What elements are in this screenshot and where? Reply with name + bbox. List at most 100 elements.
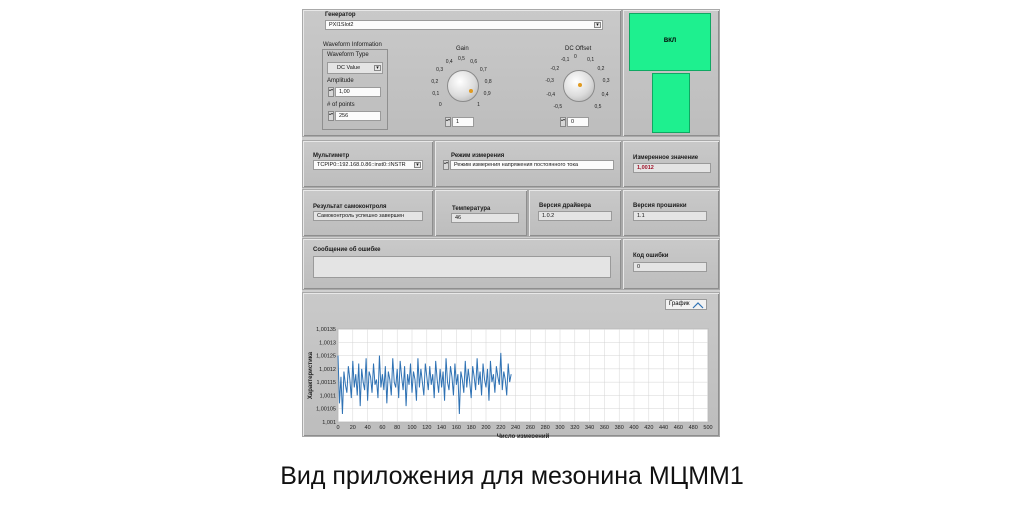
x-tick-label: 340 (585, 425, 594, 431)
waveform-info-title: Waveform Information (323, 42, 382, 48)
gain-stepper[interactable]: ▴▾ (445, 117, 451, 127)
generator-title: Генератор (325, 12, 356, 18)
measure-mode-panel: Режим измерения ▴▾ Режим измерения напря… (434, 140, 622, 188)
x-tick-label: 500 (703, 425, 712, 431)
driver-panel: Версия драйвера 1.0.2 (528, 189, 622, 237)
x-tick-label: 40 (365, 425, 371, 431)
knob-tick-label: -0,2 (550, 65, 560, 72)
x-tick-label: 360 (600, 425, 609, 431)
measured-label: Измеренное значение (633, 155, 699, 161)
x-tick-label: 420 (644, 425, 653, 431)
y-tick-label: 1,0011 (320, 393, 336, 399)
x-axis-label: Число измерений (497, 433, 550, 438)
chevron-down-icon[interactable]: ▾ (594, 22, 601, 28)
knob-tick-label: 1 (477, 102, 480, 109)
x-tick-label: 460 (674, 425, 683, 431)
x-tick-label: 100 (407, 425, 416, 431)
power-indicator (652, 73, 690, 133)
temperature-value: 46 (451, 213, 519, 223)
mode-stepper[interactable]: ▴▾ (443, 160, 449, 170)
chevron-down-icon[interactable]: ▾ (414, 162, 421, 168)
firmware-value: 1.1 (633, 211, 707, 221)
y-tick-label: 1,00115 (317, 380, 336, 386)
amplitude-stepper[interactable]: ▴▾ (328, 87, 334, 97)
dc-offset-knob[interactable] (563, 70, 595, 102)
error-code-value: 0 (633, 262, 707, 272)
knob-tick-label: 0,1 (432, 91, 440, 98)
knob-tick-label: 0,2 (597, 65, 605, 72)
y-tick-label: 1,0013 (319, 340, 336, 346)
knob-indicator-icon (578, 83, 582, 87)
y-tick-label: 1,00135 (316, 327, 336, 333)
generator-panel: Генератор PXI1Slot2 ▾ Waveform Informati… (302, 9, 622, 137)
gain-knob[interactable] (447, 70, 479, 102)
knob-tick-label: -0,3 (545, 78, 554, 85)
knob-tick-label: 0,4 (445, 58, 453, 65)
knob-tick-label: 0,7 (479, 67, 487, 74)
generator-resource-select[interactable]: PXI1Slot2 ▾ (325, 20, 603, 30)
error-code-label: Код ошибки (633, 253, 669, 259)
x-tick-label: 200 (481, 425, 490, 431)
waveform-type-label: Waveform Type (327, 52, 369, 58)
power-label: ВКЛ (663, 38, 677, 44)
knob-tick-label: 0 (574, 54, 577, 60)
knob-tick-label: 0,1 (587, 57, 595, 64)
knob-tick-label: 0,8 (484, 78, 492, 85)
driver-label: Версия драйвера (539, 203, 591, 209)
knob-tick-label: 0,5 (458, 56, 465, 62)
multimeter-panel: Мультиметр TCPIP0::192.168.0.86::inst0::… (302, 140, 434, 188)
points-stepper[interactable]: ▴▾ (328, 111, 334, 121)
knob-tick-label: -0,4 (546, 91, 556, 98)
x-tick-label: 60 (379, 425, 385, 431)
waveform-info-box: Waveform Type DC Value ▾ Amplitude ▴▾ 1,… (322, 49, 388, 130)
measured-value: 1,0012 (633, 163, 711, 173)
knob-tick-label: 0 (438, 102, 442, 109)
gain-value-input[interactable]: 1 (452, 117, 474, 127)
selftest-value: Самоконтроль успешно завершен (313, 211, 423, 221)
multimeter-resource-value: TCPIP0::192.168.0.86::inst0::INSTR (317, 162, 406, 168)
y-axis-label: Характеристика (308, 351, 314, 399)
power-toggle[interactable]: ВКЛ (629, 13, 711, 71)
gain-label: Gain (456, 46, 469, 52)
firmware-panel: Версия прошивки 1.1 (622, 189, 720, 237)
temperature-label: Температура (452, 206, 491, 212)
knob-tick-label: 0,3 (436, 67, 444, 74)
x-tick-label: 400 (629, 425, 638, 431)
error-message-value (313, 256, 611, 278)
chevron-down-icon[interactable]: ▾ (374, 65, 381, 71)
generator-resource-value: PXI1Slot2 (329, 22, 354, 28)
x-tick-label: 20 (350, 425, 356, 431)
x-tick-label: 140 (437, 425, 446, 431)
error-code-panel: Код ошибки 0 (622, 238, 720, 290)
error-message-label: Сообщение об ошибке (313, 247, 381, 253)
dc-offset-value-input[interactable]: 0 (567, 117, 589, 127)
measurement-chart: 0 20 40 60 80 100 120 140 160 180 200 220 240 260 280 3… (308, 327, 713, 438)
dc-offset-stepper[interactable]: ▴▾ (560, 117, 566, 127)
amplitude-label: Amplitude (327, 78, 354, 84)
knob-tick-label: -0,5 (553, 103, 563, 110)
waveform-type-select[interactable]: DC Value ▾ (327, 62, 383, 74)
knob-tick-label: 0,5 (594, 103, 602, 110)
x-tick-label: 380 (615, 425, 624, 431)
multimeter-resource-select[interactable]: TCPIP0::192.168.0.86::inst0::INSTR ▾ (313, 160, 423, 170)
driver-value: 1.0.2 (538, 211, 612, 221)
y-tick-label: 1,0012 (319, 367, 336, 373)
mode-select[interactable]: Режим измерения напряжения постоянного т… (450, 160, 614, 170)
knob-indicator-icon (469, 89, 473, 93)
y-tick-label: 1,001 (322, 420, 336, 426)
knob-tick-label: 0,2 (431, 78, 439, 85)
error-message-panel: Сообщение об ошибке (302, 238, 622, 290)
points-label: # of points (327, 102, 355, 108)
mode-label: Режим измерения (451, 153, 505, 159)
x-tick-label: 180 (467, 425, 476, 431)
graph-panel: График 0 20 40 60 80 100 120 140 160 180 200 220 240… (302, 292, 720, 438)
knob-tick-label: 0,4 (601, 91, 609, 98)
x-tick-label: 300 (555, 425, 564, 431)
x-tick-label: 280 (541, 425, 550, 431)
x-tick-label: 0 (336, 425, 339, 431)
amplitude-input[interactable]: 1,00 (335, 87, 381, 97)
points-input[interactable]: 256 (335, 111, 381, 121)
x-tick-label: 160 (452, 425, 461, 431)
knob-tick-label: -0,1 (560, 57, 570, 64)
x-tick-label: 480 (689, 425, 698, 431)
